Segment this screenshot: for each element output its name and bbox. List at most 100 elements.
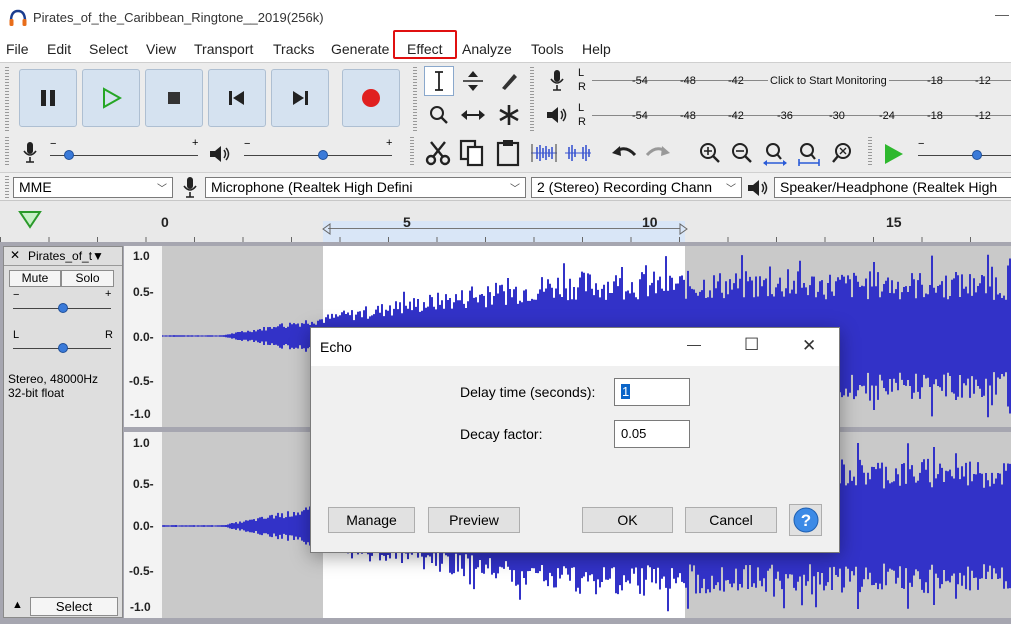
menu-generate[interactable]: Generate bbox=[331, 41, 389, 57]
menu-tools[interactable]: Tools bbox=[531, 41, 564, 57]
toolbar-grip[interactable] bbox=[5, 67, 9, 131]
pin-playhead-icon[interactable] bbox=[18, 209, 42, 229]
record-meter-r: R bbox=[578, 81, 586, 93]
menu-tracks[interactable]: Tracks bbox=[273, 41, 314, 57]
skip-to-end-button[interactable] bbox=[271, 69, 329, 127]
draw-tool[interactable] bbox=[494, 66, 524, 96]
meter-tick: -42 bbox=[728, 75, 744, 87]
scale-label: 0.5- bbox=[133, 477, 154, 491]
track-name-bar[interactable]: ✕ Pirates_of_t▼ bbox=[4, 247, 122, 266]
zoom-toggle-icon[interactable] bbox=[830, 141, 856, 167]
meter-tick: -18 bbox=[927, 75, 943, 87]
delay-time-label: Delay time (seconds): bbox=[460, 384, 596, 400]
help-button[interactable]: ? bbox=[789, 504, 822, 536]
envelope-tool[interactable] bbox=[458, 66, 488, 96]
trim-audio-icon[interactable] bbox=[530, 142, 558, 164]
pan-slider[interactable]: L R bbox=[13, 329, 113, 356]
menu-transport[interactable]: Transport bbox=[194, 41, 253, 57]
copy-icon[interactable] bbox=[458, 139, 486, 167]
pan-right-label: R bbox=[105, 329, 113, 341]
record-meter[interactable]: -54 -48 -42 Click to Start Monitoring -1… bbox=[592, 66, 1011, 96]
menu-view[interactable]: View bbox=[146, 41, 176, 57]
audio-host-select[interactable]: MME ﹀ bbox=[13, 177, 173, 198]
chevron-down-icon: ﹀ bbox=[726, 184, 736, 195]
collapse-track-icon[interactable]: ▲ bbox=[12, 599, 23, 611]
play-speed-knob[interactable] bbox=[972, 150, 982, 160]
input-volume-slider[interactable]: − + bbox=[50, 137, 200, 165]
silence-audio-icon[interactable] bbox=[564, 142, 592, 164]
pencil-icon bbox=[502, 74, 517, 90]
play-button[interactable] bbox=[82, 69, 140, 127]
pan-knob[interactable] bbox=[58, 343, 68, 353]
timeline-ruler[interactable]: 0 5 10 15 bbox=[0, 200, 1011, 243]
playback-device-select[interactable]: Speaker/Headphone (Realtek High bbox=[774, 177, 1011, 198]
toolbar-grip[interactable] bbox=[410, 137, 414, 167]
play-at-speed-icon[interactable] bbox=[882, 142, 906, 166]
recording-channels-select[interactable]: 2 (Stereo) Recording Chann ﹀ bbox=[531, 177, 742, 198]
stop-icon bbox=[168, 92, 180, 104]
play-meter-button[interactable] bbox=[542, 100, 572, 130]
paste-icon[interactable] bbox=[494, 139, 522, 167]
toolbar-grip[interactable] bbox=[530, 67, 534, 131]
time-shift-tool[interactable] bbox=[458, 100, 488, 130]
meter-tick: -24 bbox=[879, 110, 895, 122]
input-volume-knob[interactable] bbox=[64, 150, 74, 160]
zoom-out-icon[interactable] bbox=[730, 141, 754, 165]
decay-factor-input[interactable]: 0.05 bbox=[614, 420, 690, 448]
scale-label: -1.0 bbox=[130, 600, 151, 614]
skip-start-icon bbox=[229, 91, 244, 105]
toolbar-grip[interactable] bbox=[5, 176, 9, 198]
stop-button[interactable] bbox=[145, 69, 203, 127]
output-volume-knob[interactable] bbox=[318, 150, 328, 160]
selection-tool[interactable] bbox=[424, 66, 454, 96]
fit-selection-icon[interactable] bbox=[762, 141, 788, 167]
solo-button[interactable]: Solo bbox=[61, 270, 114, 287]
menu-edit[interactable]: Edit bbox=[47, 41, 71, 57]
toolbar-grip[interactable] bbox=[413, 67, 417, 131]
output-volume-slider[interactable]: − + bbox=[244, 137, 394, 165]
select-track-button[interactable]: Select bbox=[30, 597, 118, 616]
dialog-minimize-icon[interactable]: — bbox=[687, 336, 701, 352]
pan-left-label: L bbox=[13, 329, 20, 341]
menu-file[interactable]: File bbox=[6, 41, 29, 57]
fit-project-icon[interactable] bbox=[796, 141, 822, 167]
dialog-maximize-icon[interactable]: ☐ bbox=[744, 335, 759, 355]
multi-tool[interactable] bbox=[494, 100, 524, 130]
record-meter-button[interactable] bbox=[542, 66, 572, 96]
gain-slider[interactable]: − + bbox=[13, 288, 113, 316]
track-name-menu[interactable]: Pirates_of_t▼ bbox=[28, 249, 104, 263]
cut-icon[interactable] bbox=[424, 139, 452, 167]
cancel-button[interactable]: Cancel bbox=[685, 507, 777, 533]
skip-end-icon bbox=[293, 91, 308, 105]
close-track-icon[interactable]: ✕ bbox=[10, 248, 20, 262]
toolbar-grip[interactable] bbox=[5, 137, 9, 167]
record-button[interactable] bbox=[342, 69, 400, 127]
gain-knob[interactable] bbox=[58, 303, 68, 313]
scale-label: 0.5- bbox=[133, 285, 154, 299]
meter-tick: -48 bbox=[680, 75, 696, 87]
ok-button[interactable]: OK bbox=[582, 507, 673, 533]
delay-time-input[interactable]: 1 bbox=[614, 378, 690, 406]
window-minimize-button[interactable]: — bbox=[995, 6, 1009, 22]
zoom-in-icon[interactable] bbox=[698, 141, 722, 165]
preview-button[interactable]: Preview bbox=[428, 507, 520, 533]
toolbar-grip[interactable] bbox=[868, 137, 872, 167]
redo-icon[interactable] bbox=[644, 143, 672, 163]
pause-button[interactable] bbox=[19, 69, 77, 127]
dialog-close-icon[interactable]: ✕ bbox=[802, 336, 816, 356]
menu-analyze[interactable]: Analyze bbox=[462, 41, 512, 57]
zoom-tool[interactable] bbox=[424, 100, 454, 130]
play-speed-slider[interactable]: − bbox=[918, 138, 1011, 165]
meter-tick: -36 bbox=[777, 110, 793, 122]
mute-button[interactable]: Mute bbox=[9, 270, 61, 287]
recording-device-select[interactable]: Microphone (Realtek High Defini ﹀ bbox=[205, 177, 526, 198]
undo-icon[interactable] bbox=[610, 143, 638, 163]
manage-button[interactable]: Manage bbox=[328, 507, 415, 533]
play-meter[interactable]: -54 -48 -42 -36 -30 -24 -18 -12 bbox=[592, 101, 1011, 131]
click-to-monitor-hint[interactable]: Click to Start Monitoring bbox=[768, 75, 889, 87]
help-glyph: ? bbox=[800, 511, 810, 530]
track-control-panel[interactable]: ✕ Pirates_of_t▼ Mute Solo − + L R Stereo… bbox=[3, 246, 123, 618]
skip-to-start-button[interactable] bbox=[208, 69, 266, 127]
menu-help[interactable]: Help bbox=[582, 41, 611, 57]
menu-select[interactable]: Select bbox=[89, 41, 128, 57]
